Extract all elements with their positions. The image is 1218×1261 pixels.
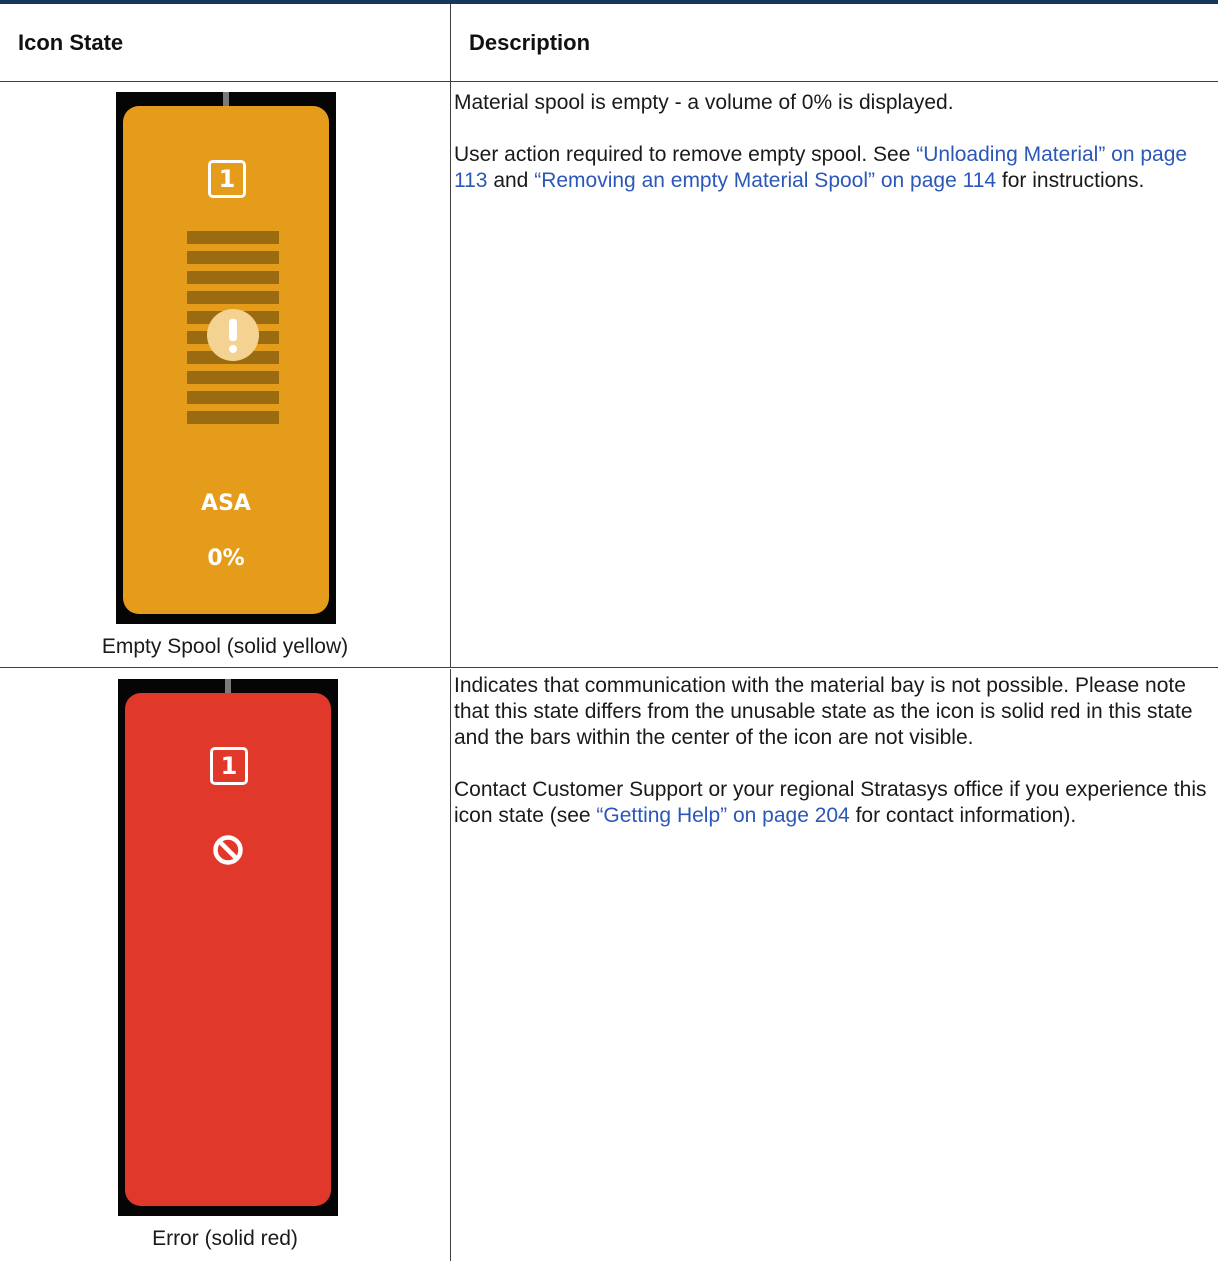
volume-percent: 0% (207, 546, 245, 571)
volume-bar (187, 291, 279, 304)
description-cell: Indicates that communication with the ma… (454, 673, 1212, 855)
volume-bar (187, 371, 279, 384)
icon-caption: Empty Spool (solid yellow) (101, 635, 349, 658)
description-cell: Material spool is empty - a volume of 0%… (454, 90, 1212, 220)
icon-state-table: Icon State Description 1 ASA 0% Empty Sp… (0, 0, 1218, 1261)
text-segment: for instructions. (996, 169, 1145, 192)
text-segment: User action required to remove empty spo… (454, 143, 917, 166)
header-description: Description (469, 30, 591, 55)
description-paragraph: Material spool is empty - a volume of 0%… (454, 91, 954, 114)
description-paragraph: Indicates that communication with the ma… (454, 674, 1193, 749)
link-getting-help[interactable]: “Getting Help” on page 204 (596, 804, 849, 827)
volume-bar (187, 411, 279, 424)
spool-icon-body: 1 (125, 693, 331, 1206)
link-removing-empty-spool[interactable]: “Removing an empty Material Spool” on pa… (534, 169, 996, 192)
prohibited-icon (213, 835, 243, 865)
exclamation-icon (207, 309, 259, 361)
volume-bar (187, 231, 279, 244)
slot-number-badge: 1 (210, 747, 248, 785)
text-segment: for contact information). (849, 804, 1077, 827)
slot-number-badge: 1 (208, 160, 246, 198)
header-icon-state: Icon State (18, 30, 124, 55)
icon-caption: Error (solid red) (152, 1227, 298, 1250)
spool-status-icon-error: 1 (118, 679, 338, 1216)
spool-feed-line (225, 679, 231, 693)
volume-bar (187, 251, 279, 264)
description-paragraph: User action required to remove empty spo… (454, 142, 1212, 194)
column-divider (450, 4, 451, 81)
spool-status-icon-empty: 1 ASA 0% (116, 92, 336, 624)
table-header-row: Icon State Description (0, 4, 1218, 82)
column-divider (450, 82, 451, 667)
text-segment: and (487, 169, 535, 192)
table-row: 1 ASA 0% Empty Spool (solid yellow) Mate… (0, 82, 1218, 668)
table-row: 1 Error (solid red) Indicates that commu… (0, 669, 1218, 1261)
description-paragraph: Contact Customer Support or your regiona… (454, 777, 1212, 829)
volume-bar (187, 271, 279, 284)
spool-feed-line (223, 92, 229, 106)
material-label: ASA (201, 491, 251, 516)
column-divider (450, 669, 451, 1261)
spool-icon-body: 1 ASA 0% (123, 106, 329, 614)
volume-bar (187, 391, 279, 404)
